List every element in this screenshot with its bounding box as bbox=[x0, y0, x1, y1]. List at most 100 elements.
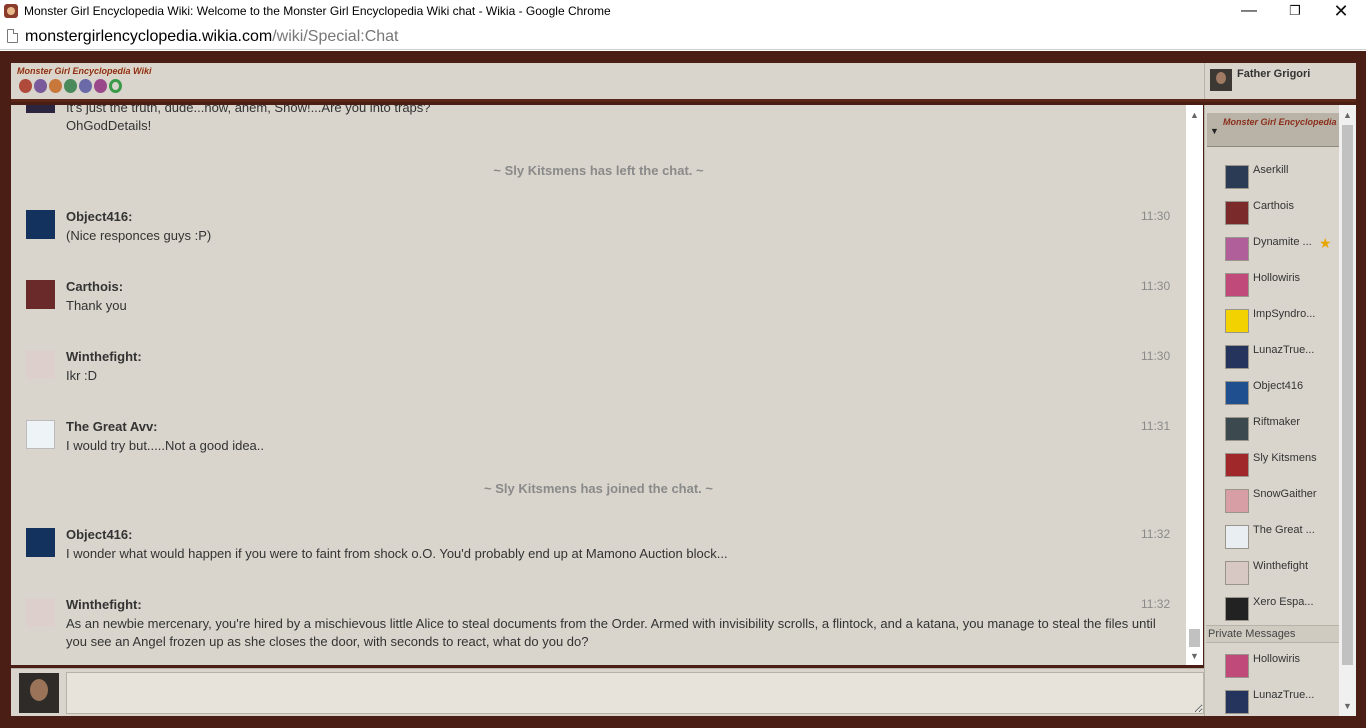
user-avatar bbox=[1225, 690, 1249, 714]
chat-header: Monster Girl Encyclopedia Wiki Father Gr… bbox=[11, 63, 1356, 102]
message-timestamp: 11:30 bbox=[1141, 349, 1171, 363]
user-avatar bbox=[1225, 165, 1249, 189]
user-list-item[interactable]: Dynamite ... ★ bbox=[1205, 235, 1339, 265]
user-avatar bbox=[1225, 453, 1249, 477]
private-message-item[interactable]: LunazTrue... bbox=[1205, 688, 1339, 716]
user-list-name: Object416 bbox=[1253, 380, 1304, 392]
message-author[interactable]: Object416: bbox=[66, 527, 132, 542]
url-text[interactable]: monstergirlencyclopedia.wikia.com/wiki/S… bbox=[25, 28, 399, 46]
user-list-name: The Great ... bbox=[1253, 524, 1315, 536]
user-list-name: SnowGaither bbox=[1253, 488, 1317, 500]
scroll-up-arrow-icon[interactable]: ▲ bbox=[1186, 108, 1203, 122]
user-list: ▼ Monster Girl Encyclopedia Wiki Aserkil… bbox=[1204, 105, 1339, 716]
scroll-down-arrow-icon[interactable]: ▼ bbox=[1186, 649, 1203, 663]
user-avatar[interactable] bbox=[26, 280, 55, 309]
logo-character-icon bbox=[49, 79, 62, 93]
message-text: Thank you bbox=[66, 298, 127, 313]
self-avatar[interactable] bbox=[1210, 69, 1232, 91]
close-button[interactable]: ✕ bbox=[1318, 0, 1364, 24]
scroll-down-arrow-icon[interactable]: ▼ bbox=[1339, 699, 1356, 713]
message-timestamp: 11:30 bbox=[1141, 209, 1171, 223]
url-path: /wiki/Special:Chat bbox=[272, 28, 399, 45]
user-list-scrollbar[interactable]: ▲ ▼ bbox=[1339, 105, 1356, 716]
user-avatar[interactable] bbox=[26, 420, 55, 449]
user-list-name: Riftmaker bbox=[1253, 416, 1301, 428]
user-list-item[interactable]: Object416 bbox=[1205, 379, 1339, 409]
user-list-item[interactable]: Xero Espa... bbox=[1205, 595, 1339, 625]
private-message-item[interactable]: Hollowiris bbox=[1205, 652, 1339, 682]
user-avatar bbox=[1225, 381, 1249, 405]
user-list-item[interactable]: The Great ... bbox=[1205, 523, 1339, 553]
logo-character-icon bbox=[64, 79, 77, 93]
user-list-item[interactable]: LunazTrue... bbox=[1205, 343, 1339, 373]
message-author[interactable]: Carthois: bbox=[66, 279, 123, 294]
chat-alert-left: ~ Sly Kitsmens has left the chat. ~ bbox=[493, 163, 704, 178]
user-list-name: Dynamite ... bbox=[1253, 236, 1312, 248]
message-timestamp: 11:31 bbox=[1141, 419, 1171, 433]
logo-character-icon bbox=[94, 79, 107, 93]
chat-page: Monster Girl Encyclopedia Wiki Father Gr… bbox=[0, 51, 1366, 728]
user-avatar bbox=[1225, 417, 1249, 441]
wiki-logo[interactable]: Monster Girl Encyclopedia Wiki bbox=[17, 66, 151, 96]
user-avatar bbox=[1225, 237, 1249, 261]
user-avatar[interactable] bbox=[26, 350, 55, 379]
wiki-room-banner[interactable]: ▼ Monster Girl Encyclopedia Wiki bbox=[1207, 113, 1339, 147]
chat-alert-joined: ~ Sly Kitsmens has joined the chat. ~ bbox=[483, 481, 714, 496]
user-avatar[interactable] bbox=[26, 210, 55, 239]
minimize-button[interactable]: — bbox=[1226, 0, 1272, 24]
user-avatar[interactable] bbox=[26, 105, 55, 113]
user-list-item[interactable]: Aserkill bbox=[1205, 163, 1339, 193]
user-list-item[interactable]: Winthefight bbox=[1205, 559, 1339, 589]
private-messages-header: Private Messages bbox=[1206, 625, 1339, 643]
message-author[interactable]: Winthefight: bbox=[66, 349, 142, 364]
user-list-item[interactable]: SnowGaither bbox=[1205, 487, 1339, 517]
user-list-item[interactable]: Sly Kitsmens bbox=[1205, 451, 1339, 481]
message-author[interactable]: Object416: bbox=[66, 209, 132, 224]
scroll-up-arrow-icon[interactable]: ▲ bbox=[1339, 108, 1356, 122]
user-list-item[interactable]: Hollowiris bbox=[1205, 271, 1339, 301]
message-author[interactable]: Winthefight: bbox=[66, 597, 142, 612]
page-icon bbox=[7, 29, 18, 43]
user-avatar bbox=[1225, 273, 1249, 297]
chat-message-input[interactable] bbox=[66, 672, 1204, 714]
user-list-item[interactable]: Carthois bbox=[1205, 199, 1339, 229]
header-divider bbox=[1204, 63, 1205, 99]
collapse-arrow-icon[interactable]: ▼ bbox=[1210, 126, 1219, 136]
user-list-item[interactable]: Riftmaker bbox=[1205, 415, 1339, 445]
message-text: I would try but.....Not a good idea.. bbox=[66, 438, 265, 453]
chat-messages[interactable]: It's just the truth, dude...now, ahem, S… bbox=[11, 105, 1186, 665]
chat-scroll-thumb[interactable] bbox=[1189, 629, 1200, 647]
message-timestamp: 11:30 bbox=[1141, 279, 1171, 293]
user-avatar bbox=[1225, 345, 1249, 369]
logo-character-icon bbox=[79, 79, 92, 93]
logo-wreath-icon bbox=[109, 79, 122, 93]
address-bar[interactable]: monstergirlencyclopedia.wikia.com/wiki/S… bbox=[0, 24, 1366, 50]
user-avatar bbox=[1225, 525, 1249, 549]
user-list-name: LunazTrue... bbox=[1253, 344, 1315, 356]
user-avatar bbox=[1225, 561, 1249, 585]
wiki-logo-text: Monster Girl Encyclopedia Wiki bbox=[17, 66, 152, 76]
user-avatar[interactable] bbox=[26, 528, 55, 557]
site-favicon-icon bbox=[4, 4, 18, 18]
user-list-name: Xero Espa... bbox=[1253, 596, 1314, 608]
maximize-button[interactable]: ❐ bbox=[1272, 0, 1318, 24]
chat-scrollbar[interactable]: ▲ ▼ bbox=[1186, 105, 1203, 665]
message-timestamp: 11:32 bbox=[1141, 597, 1171, 611]
message-text: It's just the truth, dude...now, ahem, S… bbox=[66, 105, 431, 115]
user-list-item[interactable]: ImpSyndro... bbox=[1205, 307, 1339, 337]
message-timestamp: 11:32 bbox=[1141, 527, 1171, 541]
user-list-name: Carthois bbox=[1253, 200, 1294, 212]
window-titlebar: Monster Girl Encyclopedia Wiki: Welcome … bbox=[0, 0, 1366, 24]
message-text: Ikr :D bbox=[66, 368, 98, 383]
message-text: I wonder what would happen if you were t… bbox=[66, 546, 728, 561]
user-list-scroll-thumb[interactable] bbox=[1342, 125, 1353, 665]
user-avatar[interactable] bbox=[26, 598, 55, 627]
moderator-star-icon: ★ bbox=[1319, 235, 1332, 251]
message-text: (Nice responces guys :P) bbox=[66, 228, 212, 243]
user-list-name: Hollowiris bbox=[1253, 272, 1301, 284]
logo-character-icon bbox=[19, 79, 32, 93]
self-input-avatar bbox=[19, 673, 59, 713]
self-username[interactable]: Father Grigori bbox=[1237, 68, 1310, 80]
message-author[interactable]: The Great Avv: bbox=[66, 419, 158, 434]
private-message-name: Hollowiris bbox=[1253, 653, 1301, 665]
